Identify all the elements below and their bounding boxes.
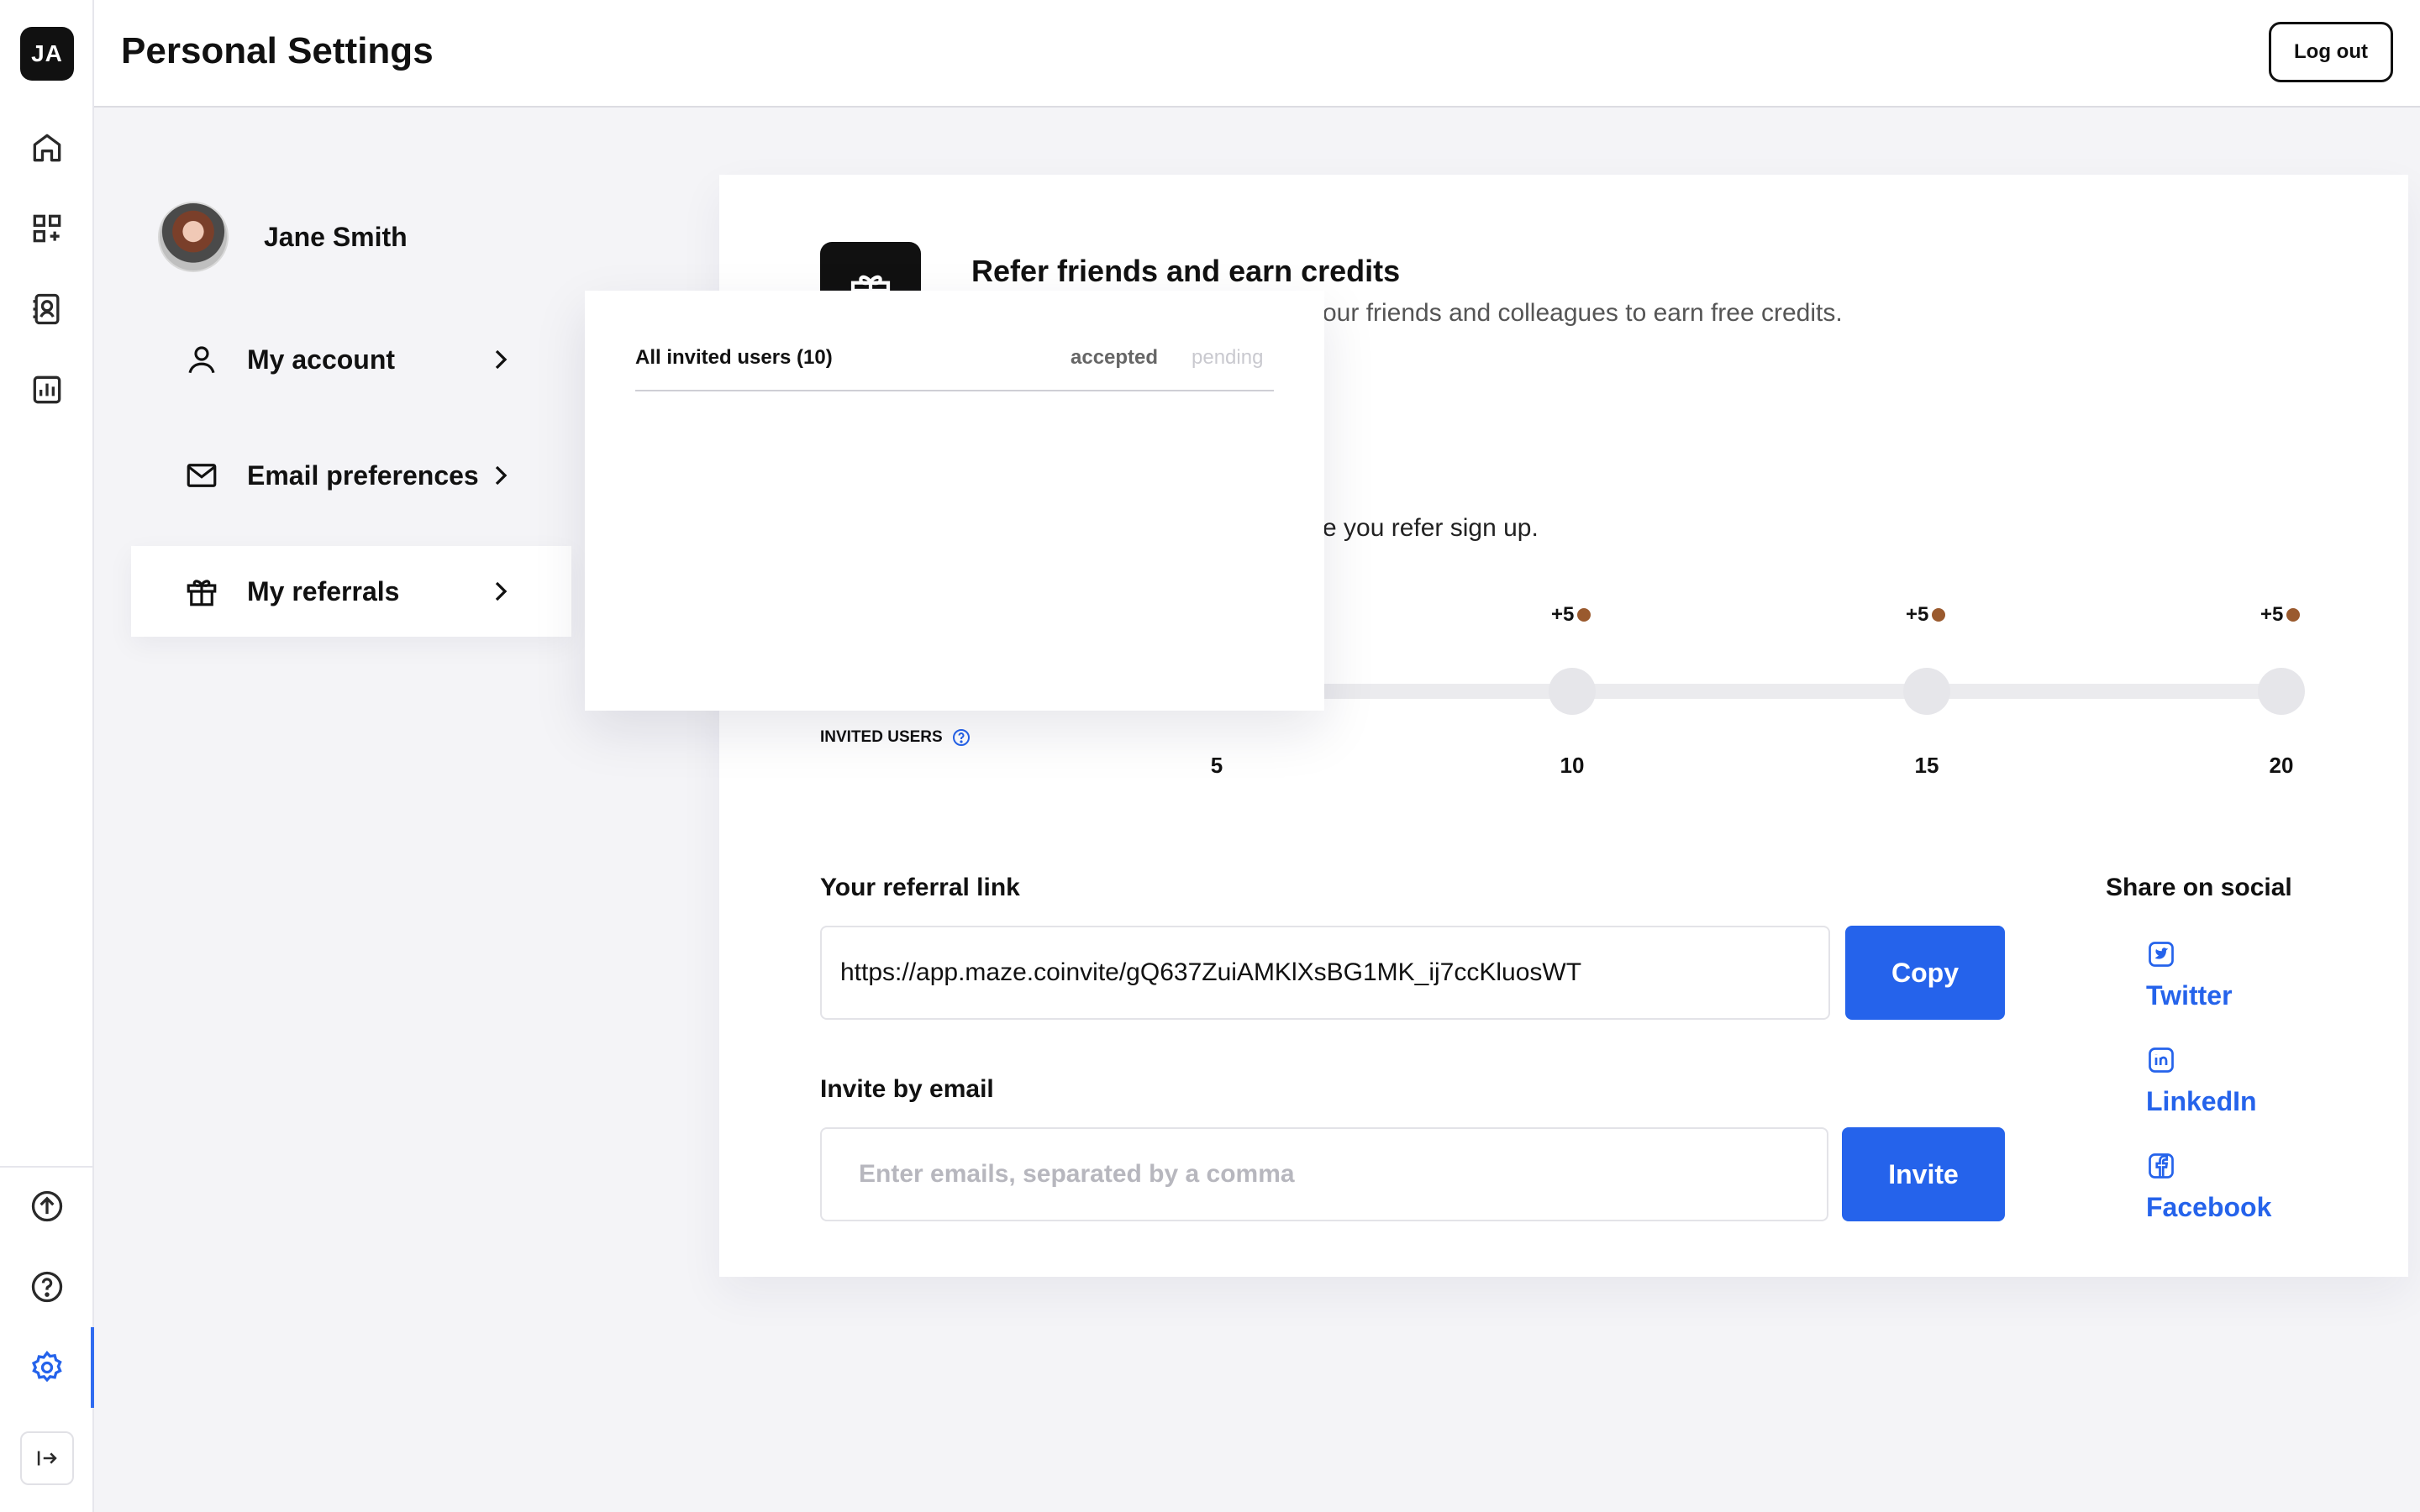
invited-users-text: INVITED USERS [820,728,943,746]
popover-title: All invited users (10) [635,346,833,369]
gift-icon [183,573,220,610]
share-label: Facebook [2146,1192,2272,1222]
milestone-reward: +5 [2260,603,2301,627]
settings-icon[interactable] [25,1346,69,1389]
profile-summary: Jane Smith [158,202,408,272]
nav-item-label: My referrals [247,575,400,606]
reward-amount: +5 [1551,603,1575,626]
workspace-logo[interactable]: JA [20,27,74,81]
nav-item-my-referrals[interactable]: My referrals [131,546,571,637]
share-facebook-link[interactable]: Facebook [2146,1151,2271,1223]
invite-email-input[interactable]: Enter emails, separated by a comma [820,1127,1828,1221]
analytics-icon[interactable] [25,368,69,412]
page-header: Personal Settings Log out [94,0,2420,108]
invite-button[interactable]: Invite [1842,1127,2005,1221]
tab-pending[interactable]: pending [1192,346,1263,370]
share-label: LinkedIn [2146,1086,2257,1116]
chevron-right-icon [495,465,508,486]
apps-icon[interactable] [25,207,69,250]
left-rail: JA [0,0,94,1512]
milestone-label: 20 [2269,753,2294,778]
milestone-node [1903,668,1950,715]
credit-icon [2286,608,2301,622]
facebook-icon [2149,1153,2174,1179]
help-icon[interactable] [951,727,971,748]
avatar [158,202,229,272]
credit-icon [1577,608,1591,622]
copy-button[interactable]: Copy [1845,926,2005,1020]
share-twitter-link[interactable]: Twitter [2146,939,2233,1011]
twitter-icon [2149,942,2174,967]
milestone-label: 10 [1560,753,1585,778]
milestone-node [1549,668,1596,715]
chevron-right-icon [495,349,508,370]
milestone-label: 15 [1914,753,1939,778]
referral-subtitle: our friends and colleagues to earn free … [1323,299,1843,327]
user-icon [183,341,220,378]
rail-divider [0,1166,92,1168]
milestone-reward: +5 [1906,603,1946,627]
referral-link-field[interactable]: https://app.maze.coinvite/gQ637ZuiAMKlXs… [820,926,1830,1020]
reward-amount: +5 [1906,603,1929,626]
help-icon[interactable] [25,1265,69,1309]
invite-email-label: Invite by email [820,1075,994,1103]
milestone-label: 5 [1210,753,1223,778]
invited-users-label: INVITED USERS [820,727,971,748]
nav-item-label: Email preferences [247,459,479,491]
milestone-reward: +5 [1551,603,1591,627]
linkedin-icon [2149,1047,2174,1073]
progress-track [1294,684,2286,699]
collapse-icon [37,1451,57,1466]
nav-item-my-account[interactable]: My account [131,314,571,405]
credit-icon [1932,608,1946,622]
milestone-node [2258,668,2305,715]
collapse-sidebar-button[interactable] [20,1431,74,1485]
upgrade-icon[interactable] [25,1184,69,1228]
chevron-right-icon [495,581,508,601]
referral-reward-description: e you refer sign up. [1323,514,1539,542]
popover-divider [635,390,1274,391]
nav-item-label: My account [247,344,396,375]
page-title: Personal Settings [121,30,434,71]
share-linkedin-link[interactable]: LinkedIn [2146,1045,2257,1117]
reward-amount: +5 [2260,603,2284,626]
share-label: Twitter [2146,980,2233,1011]
contacts-icon[interactable] [25,287,69,331]
invited-users-popover: All invited users (10) accepted pending [585,291,1324,711]
mail-icon [183,457,220,494]
nav-item-email-preferences[interactable]: Email preferences [131,430,571,521]
referral-title: Refer friends and earn credits [971,254,1401,288]
tab-accepted[interactable]: accepted [1071,346,1158,370]
logout-button[interactable]: Log out [2269,22,2393,82]
home-icon[interactable] [25,126,69,170]
active-indicator [91,1327,94,1408]
profile-name: Jane Smith [264,221,408,252]
referral-link-label: Your referral link [820,874,1020,901]
share-social-title: Share on social [2106,874,2292,901]
